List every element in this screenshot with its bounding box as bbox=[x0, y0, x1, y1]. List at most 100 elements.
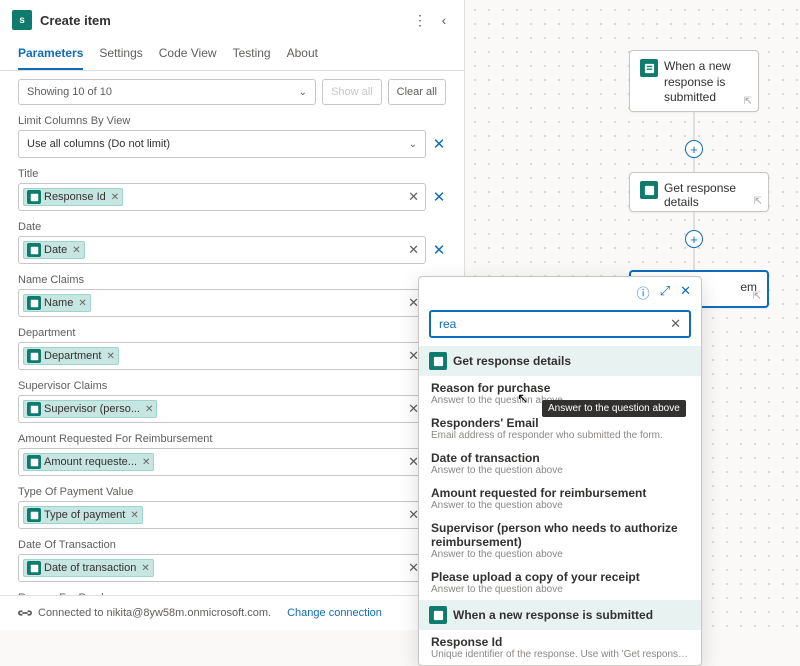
remove-token-icon[interactable]: ✕ bbox=[78, 298, 86, 309]
clear-field-icon[interactable]: ✕ bbox=[408, 189, 419, 205]
forms-icon bbox=[640, 181, 658, 199]
remove-field-icon[interactable]: ✕ bbox=[432, 241, 446, 259]
dynamic-token[interactable]: Response Id ✕ bbox=[23, 188, 123, 206]
properties-panel: s Create item ⋮ ‹ Parameters Settings Co… bbox=[0, 0, 465, 630]
panel-header: s Create item ⋮ ‹ bbox=[0, 0, 464, 40]
dynamic-content-popover: ⓘ ⤢ ✕ ✕ Get response details Reason for … bbox=[418, 276, 702, 666]
dynamic-content-item[interactable]: Date of transactionAnswer to the questio… bbox=[419, 446, 701, 481]
clear-field-icon[interactable]: ✕ bbox=[408, 242, 419, 258]
item-desc: Answer to the question above bbox=[431, 500, 689, 511]
forms-icon bbox=[429, 352, 447, 370]
field-label: Date bbox=[18, 221, 446, 233]
field-input[interactable]: Type of payment ✕✕ bbox=[18, 501, 426, 529]
dynamic-token[interactable]: Date ✕ bbox=[23, 241, 85, 259]
remove-token-icon[interactable]: ✕ bbox=[130, 510, 138, 521]
dynamic-content-item[interactable]: Response IdUnique identifier of the resp… bbox=[419, 630, 701, 665]
field-row: Date of transaction ✕✕✕ bbox=[18, 554, 446, 582]
expand-icon[interactable]: ⤢ bbox=[660, 283, 670, 302]
tab-settings[interactable]: Settings bbox=[99, 40, 142, 70]
dynamic-content-item[interactable]: Amount requested for reimbursementAnswer… bbox=[419, 481, 701, 516]
field-row: Name✕✕✕ bbox=[18, 289, 446, 317]
tab-code-view[interactable]: Code View bbox=[159, 40, 217, 70]
field-row: Response Id ✕ ✕ ✕ bbox=[18, 183, 446, 211]
add-step-button[interactable]: + bbox=[685, 140, 703, 158]
tab-testing[interactable]: Testing bbox=[233, 40, 271, 70]
field-group: Name ClaimsName✕✕✕ bbox=[18, 274, 446, 317]
dynamic-token[interactable]: Supervisor (perso... ✕ bbox=[23, 400, 157, 418]
popover-search[interactable]: ✕ bbox=[429, 310, 691, 338]
field-input[interactable]: Department✕✕ bbox=[18, 342, 426, 370]
popover-section-header: When a new response is submitted bbox=[419, 600, 701, 630]
remove-token-icon[interactable]: ✕ bbox=[111, 192, 119, 203]
search-input[interactable] bbox=[439, 317, 670, 331]
token-label: Date of transaction bbox=[44, 562, 136, 574]
change-connection-link[interactable]: Change connection bbox=[287, 607, 382, 619]
field-input[interactable]: Supervisor (perso... ✕✕ bbox=[18, 395, 426, 423]
add-step-button[interactable]: + bbox=[685, 230, 703, 248]
field-input[interactable]: Amount requeste...✕✕ bbox=[18, 448, 426, 476]
clear-search-icon[interactable]: ✕ bbox=[670, 316, 681, 332]
remove-field-icon[interactable]: ✕ bbox=[432, 188, 446, 206]
tabs: Parameters Settings Code View Testing Ab… bbox=[0, 40, 464, 71]
info-icon[interactable]: ⓘ bbox=[637, 283, 650, 302]
flow-connector bbox=[694, 158, 695, 172]
flow-connector bbox=[694, 112, 695, 140]
dynamic-content-item[interactable]: Please upload a copy of your receiptAnsw… bbox=[419, 565, 701, 600]
remove-token-icon[interactable]: ✕ bbox=[72, 245, 80, 256]
card-title: When a new response is submitted bbox=[664, 59, 748, 106]
close-icon[interactable]: ✕ bbox=[680, 283, 691, 302]
field-input[interactable]: Date ✕ ✕ bbox=[18, 236, 426, 264]
clear-all-button[interactable]: Clear all bbox=[388, 79, 446, 105]
remove-field-icon[interactable]: ✕ bbox=[432, 135, 446, 153]
flow-card-action[interactable]: Get response details ⇱ bbox=[629, 172, 769, 212]
card-link-icon: ⇱ bbox=[744, 96, 752, 107]
field-label: Amount Requested For Reimbursement bbox=[18, 433, 446, 445]
showing-row: Showing 10 of 10 ⌄ Show all Clear all bbox=[18, 79, 446, 105]
item-desc: Answer to the question above bbox=[431, 465, 689, 476]
showing-text: Showing 10 of 10 bbox=[27, 86, 112, 98]
show-all-button[interactable]: Show all bbox=[322, 79, 382, 105]
forms-icon bbox=[27, 455, 41, 469]
flow-card-trigger[interactable]: When a new response is submitted ⇱ bbox=[629, 50, 759, 112]
field-group: Type Of Payment ValueType of payment✕✕✕ bbox=[18, 486, 446, 529]
field-row: Type of payment ✕✕✕ bbox=[18, 501, 446, 529]
remove-token-icon[interactable]: ✕ bbox=[141, 563, 149, 574]
item-title: Date of transaction bbox=[431, 451, 689, 465]
card-link-icon: ⇱ bbox=[754, 196, 762, 207]
showing-dropdown[interactable]: Showing 10 of 10 ⌄ bbox=[18, 79, 316, 105]
popover-section-header: Get response details bbox=[419, 346, 701, 376]
dynamic-token[interactable]: Type of payment ✕ bbox=[23, 506, 143, 524]
dynamic-content-item[interactable]: Supervisor (person who needs to authoriz… bbox=[419, 516, 701, 565]
field-label: Date Of Transaction bbox=[18, 539, 446, 551]
field-input[interactable]: Date of transaction ✕✕ bbox=[18, 554, 426, 582]
item-title: Reason for purchase bbox=[431, 381, 689, 395]
field-group: DepartmentDepartment✕✕✕ bbox=[18, 327, 446, 370]
dynamic-token[interactable]: Department✕ bbox=[23, 347, 119, 365]
dynamic-token[interactable]: Name✕ bbox=[23, 294, 91, 312]
field-input[interactable]: Name✕✕ bbox=[18, 289, 426, 317]
forms-icon bbox=[640, 59, 658, 77]
section-title: When a new response is submitted bbox=[453, 608, 653, 622]
forms-icon bbox=[27, 508, 41, 522]
token-label: Response Id bbox=[44, 191, 106, 203]
field-group: Supervisor ClaimsSupervisor (perso...✕✕✕ bbox=[18, 380, 446, 423]
dynamic-token[interactable]: Amount requeste...✕ bbox=[23, 453, 154, 471]
field-input[interactable]: Use all columns (Do not limit)⌄ bbox=[18, 130, 426, 158]
tooltip: Answer to the question above bbox=[542, 400, 686, 417]
more-icon[interactable]: ⋮ bbox=[412, 12, 428, 28]
remove-token-icon[interactable]: ✕ bbox=[106, 351, 114, 362]
item-title: Please upload a copy of your receipt bbox=[431, 570, 689, 584]
token-label: Type of payment bbox=[44, 509, 125, 521]
forms-icon bbox=[27, 243, 41, 257]
field-input[interactable]: Response Id ✕ ✕ bbox=[18, 183, 426, 211]
remove-token-icon[interactable]: ✕ bbox=[142, 457, 150, 468]
tab-parameters[interactable]: Parameters bbox=[18, 40, 83, 70]
dynamic-token[interactable]: Date of transaction ✕ bbox=[23, 559, 154, 577]
token-label: Supervisor (perso... bbox=[44, 403, 140, 415]
remove-token-icon[interactable]: ✕ bbox=[145, 404, 153, 415]
token-label: Date bbox=[44, 244, 67, 256]
tab-about[interactable]: About bbox=[287, 40, 318, 70]
chevron-down-icon: ⌄ bbox=[299, 87, 307, 98]
item-title: Responders' Email bbox=[431, 416, 689, 430]
collapse-icon[interactable]: ‹ bbox=[436, 12, 452, 28]
